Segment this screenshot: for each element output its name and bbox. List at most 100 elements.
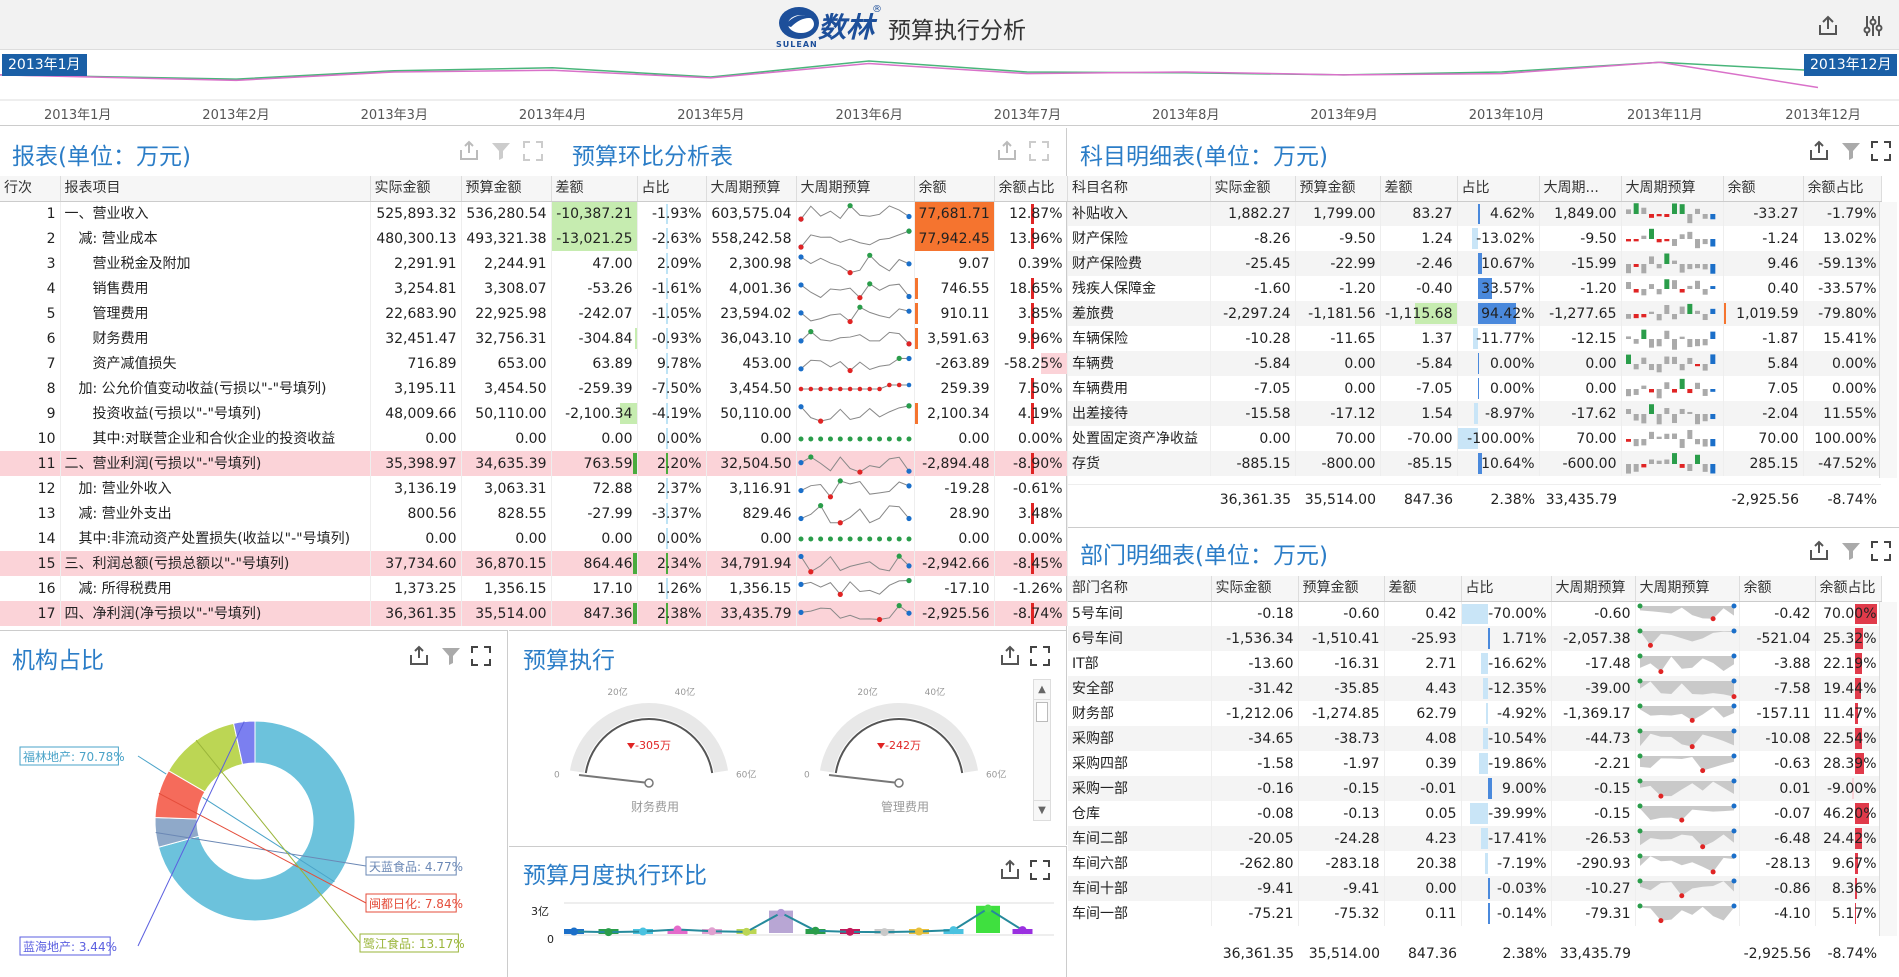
column-header[interactable]: 余额 (1723, 176, 1804, 202)
column-header[interactable]: 科目名称 (1068, 176, 1211, 202)
column-header[interactable]: 占比 (1457, 176, 1540, 202)
column-header[interactable]: 大周期预算 (706, 176, 797, 202)
table-row[interactable]: 出差接待 -15.58 -17.12 1.54 -8.97% -17.62 -2.04 11.… (1068, 401, 1882, 426)
filter-icon[interactable] (1840, 540, 1862, 562)
column-header[interactable]: 预算金额 (461, 176, 552, 202)
column-header[interactable]: 差额 (551, 176, 638, 202)
column-header[interactable]: 大周期预算 (1551, 576, 1636, 602)
table-row[interactable]: 补贴收入 1,882.27 1,799.00 83.27 4.62% 1,849.00 -3… (1068, 201, 1882, 226)
table-row[interactable]: 车辆保险 -10.28 -11.65 1.37 -11.77% -12.15 -1.87 15… (1068, 326, 1882, 351)
column-header[interactable]: 部门名称 (1068, 576, 1212, 602)
column-header[interactable]: 实际金额 (1210, 176, 1296, 202)
table-row[interactable]: 车间一部 -75.21 -75.32 0.11 -0.14% -79.31 -4.10 5.1… (1068, 901, 1882, 926)
table-row[interactable]: 1 一、营业收入 525,893.32 536,280.54 -10,387.21 -1.… (0, 201, 1068, 226)
scroll-down-icon[interactable]: ▼ (1034, 800, 1050, 820)
subject-scrollbar[interactable] (1879, 202, 1897, 478)
table-row[interactable]: 采购四部 -1.58 -1.97 0.39 -19.86% -2.21 -0.63 28.39… (1068, 751, 1882, 776)
table-row[interactable]: 5 管理费用 22,683.90 22,925.98 -242.07 -1.05% 23,5… (0, 301, 1068, 326)
table-row[interactable]: 8 加: 公允价值变动收益(亏损以"-"号填列) 3,195.11 3,454.50 -… (0, 376, 1068, 401)
table-row[interactable]: 4 销售费用 3,254.81 3,308.07 -53.26 -1.61% 4,001.3… (0, 276, 1068, 301)
column-header[interactable]: 余额占比 (994, 176, 1068, 202)
table-row[interactable]: 采购部 -34.65 -38.73 4.08 -10.54% -44.73 -10.08 22… (1068, 726, 1882, 751)
exec-scrollbar[interactable]: ▲ ▼ (1033, 679, 1051, 821)
table-row[interactable]: 13 减: 营业外支出 800.56 828.55 -27.99 -3.37% 829.46… (0, 501, 1068, 526)
scroll-up-icon[interactable]: ▲ (1034, 680, 1050, 700)
export-icon[interactable] (999, 859, 1021, 881)
export-icon[interactable] (999, 645, 1021, 667)
table-row[interactable]: 6号车间 -1,536.34 -1,510.41 -25.93 1.71% -2,057.… (1068, 626, 1882, 651)
column-header[interactable]: 占比 (637, 176, 707, 202)
table-row[interactable]: 16 减: 所得税费用 1,373.25 1,356.15 17.10 1.26% 1,35… (0, 576, 1068, 601)
table-row[interactable]: 存货 -885.15 -800.00 -85.15 10.64% -600.00 285.1… (1068, 451, 1882, 476)
table-row[interactable]: 10 其中:对联营企业和合伙企业的投资收益 0.00 0.00 0.00 0.00% 0.0… (0, 426, 1068, 451)
table-row[interactable]: 安全部 -31.42 -35.85 4.43 -12.35% -39.00 -7.58 19.… (1068, 676, 1882, 701)
table-row[interactable]: 残疾人保障金 -1.60 -1.20 -0.40 33.57% -1.20 0.40 -33.… (1068, 276, 1882, 301)
expand-icon[interactable] (1870, 140, 1892, 162)
table-row[interactable]: 处置固定资产净收益 0.00 70.00 -70.00 -100.00% 70.00 70.… (1068, 426, 1882, 451)
table-row[interactable]: 车间六部 -262.80 -283.18 20.38 -7.19% -290.93 -28.… (1068, 851, 1882, 876)
column-header[interactable]: 余额 (1739, 576, 1816, 602)
export-icon[interactable] (1808, 140, 1830, 162)
table-row[interactable]: 2 减: 营业成本 480,300.13 493,321.38 -13,021.25 -2… (0, 226, 1068, 251)
column-header[interactable]: 余额 (914, 176, 995, 202)
column-header[interactable]: 预算金额 (1295, 176, 1381, 202)
column-header[interactable]: 实际金额 (1211, 576, 1299, 602)
expand-icon[interactable] (470, 645, 492, 667)
filter-icon[interactable] (1840, 140, 1862, 162)
export-icon[interactable] (1815, 13, 1841, 39)
table-row[interactable]: 9 投资收益(亏损以"-"号填列) 48,009.66 50,110.00 -2,100… (0, 401, 1068, 426)
table-row[interactable]: 3 营业税金及附加 2,291.91 2,244.91 47.00 2.09% 2,300.… (0, 251, 1068, 276)
table-row[interactable]: 15 三、利润总额(亏损总额以"-"号填列) 37,734.60 36,870.15 8… (0, 551, 1068, 576)
column-header[interactable]: 大周期预算 (796, 176, 915, 202)
table-row[interactable]: 11 二、营业利润(亏损以"-"号填列) 35,398.97 34,635.39 763… (0, 451, 1068, 476)
filter-icon[interactable] (440, 645, 462, 667)
table-row[interactable]: 车间十部 -9.41 -9.41 0.00 -0.03% -10.27 -0.86 8.36% (1068, 876, 1882, 901)
timeline-slider[interactable]: 2013年1月 2013年12月 2013年1月 2013年2月 2013年3月 20… (0, 50, 1899, 126)
table-row[interactable]: IT部 -13.60 -16.31 2.71 -16.62% -17.48 -3.88 22.… (1068, 651, 1882, 676)
table-row[interactable]: 差旅费 -2,297.24 -1,181.56 -1,115.68 94.42% -1,2… (1068, 301, 1882, 326)
table-row[interactable]: 仓库 -0.08 -0.13 0.05 -39.99% -0.15 -0.07 46.20% (1068, 801, 1882, 826)
column-header[interactable]: 余额占比 (1815, 576, 1882, 602)
column-header[interactable]: 大周期预算 (1621, 176, 1724, 202)
expand-icon[interactable] (1029, 645, 1051, 667)
table-row[interactable]: 7 资产减值损失 716.89 653.00 63.89 9.78% 453.00 -263.… (0, 351, 1068, 376)
table-row[interactable]: 12 加: 营业外收入 3,136.19 3,063.31 72.88 2.37% 3,11… (0, 476, 1068, 501)
table-row[interactable]: 财产保险 -8.26 -9.50 1.24 -13.02% -9.50 -1.24 13.02… (1068, 226, 1882, 251)
export-icon[interactable] (458, 140, 480, 162)
table-row[interactable]: 财产保险费 -25.45 -22.99 -2.46 10.67% -15.99 9.46 -5… (1068, 251, 1882, 276)
column-header[interactable]: 余额占比 (1803, 176, 1882, 202)
export-icon[interactable] (1808, 540, 1830, 562)
table-row[interactable]: 17 四、净利润(净亏损以"-"号填列) 36,361.35 35,514.00 847… (0, 601, 1068, 626)
export-icon[interactable] (996, 140, 1018, 162)
table-row[interactable]: 车辆费 -5.84 0.00 -5.84 0.00% 0.00 5.84 0.00% (1068, 351, 1882, 376)
expand-icon[interactable] (1870, 540, 1892, 562)
budget-cell: -16.31 (1298, 651, 1385, 676)
table-row[interactable]: 6 财务费用 32,451.47 32,756.31 -304.84 -0.93% 36,0… (0, 326, 1068, 351)
settings-sliders-icon[interactable] (1860, 13, 1886, 39)
column-header[interactable]: 实际金额 (370, 176, 462, 202)
table-row[interactable]: 财务部 -1,212.06 -1,274.85 62.79 -4.92% -1,369.1… (1068, 701, 1882, 726)
table-row[interactable]: 车辆费用 -7.05 0.00 -7.05 0.00% 0.00 7.05 0.00% (1068, 376, 1882, 401)
column-header[interactable]: 预算金额 (1298, 576, 1385, 602)
column-header[interactable]: 行次 (0, 176, 61, 202)
timeline-start-handle[interactable]: 2013年1月 (2, 54, 87, 76)
expand-icon[interactable] (522, 140, 544, 162)
column-header[interactable]: 差额 (1380, 176, 1458, 202)
timeline-end-handle[interactable]: 2013年12月 (1804, 54, 1898, 76)
table-row[interactable]: 14 其中:非流动资产处置损失(收益以"-"号填列) 0.00 0.00 0.00 0.0… (0, 526, 1068, 551)
table-row[interactable]: 车间二部 -20.05 -24.28 4.23 -17.41% -26.53 -6.48 24… (1068, 826, 1882, 851)
scroll-thumb[interactable] (1036, 702, 1048, 722)
column-header[interactable]: 占比 (1461, 576, 1552, 602)
table-row[interactable]: 5号车间 -0.18 -0.60 0.42 -70.00% -0.60 -0.42 70.00… (1068, 601, 1882, 626)
table-row[interactable]: 采购一部 -0.16 -0.15 -0.01 9.00% -0.15 0.01 -9.00% (1068, 776, 1882, 801)
expand-icon[interactable] (1028, 140, 1050, 162)
column-header[interactable]: 大周期... (1539, 176, 1622, 202)
export-icon[interactable] (408, 645, 430, 667)
filter-icon[interactable] (490, 140, 512, 162)
column-header[interactable]: 报表项目 (60, 176, 371, 202)
sparkline-cell (1635, 626, 1740, 651)
dept-scrollbar[interactable] (1879, 602, 1897, 936)
column-header[interactable]: 大周期预算 (1635, 576, 1740, 602)
expand-icon[interactable] (1029, 859, 1051, 881)
column-header[interactable]: 差额 (1384, 576, 1462, 602)
